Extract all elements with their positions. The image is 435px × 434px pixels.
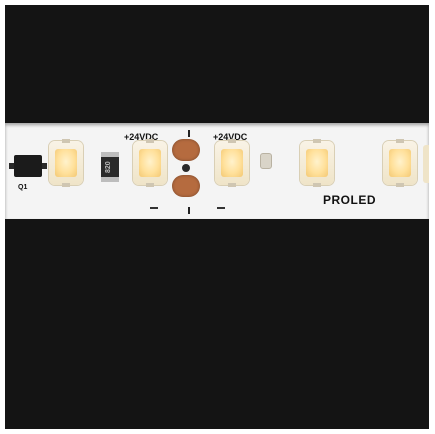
led-chip-1: [49, 139, 83, 187]
cut-mark-top: [188, 130, 190, 137]
small-component: [260, 153, 272, 169]
resistor-code: 820: [105, 161, 112, 173]
led-chip-2: [133, 139, 167, 187]
led-chip-3: [215, 139, 249, 187]
resistor-component: 820: [101, 152, 119, 182]
minus-mark-right: [217, 207, 225, 209]
solder-pad-bottom: [172, 175, 200, 197]
photo-frame: +24VDC +24VDC Q1 PROLED 820: [5, 5, 429, 429]
via-hole: [182, 164, 190, 172]
brand-label: PROLED: [323, 193, 377, 207]
led-chip-5: [383, 139, 417, 187]
led-chip-edge: [423, 145, 429, 183]
transistor-component: [9, 155, 47, 177]
solder-pad-top: [172, 139, 200, 161]
led-chip-4: [300, 139, 334, 187]
component-label: Q1: [18, 184, 28, 191]
cut-mark-bottom: [188, 207, 190, 214]
minus-mark-left: [150, 207, 158, 209]
